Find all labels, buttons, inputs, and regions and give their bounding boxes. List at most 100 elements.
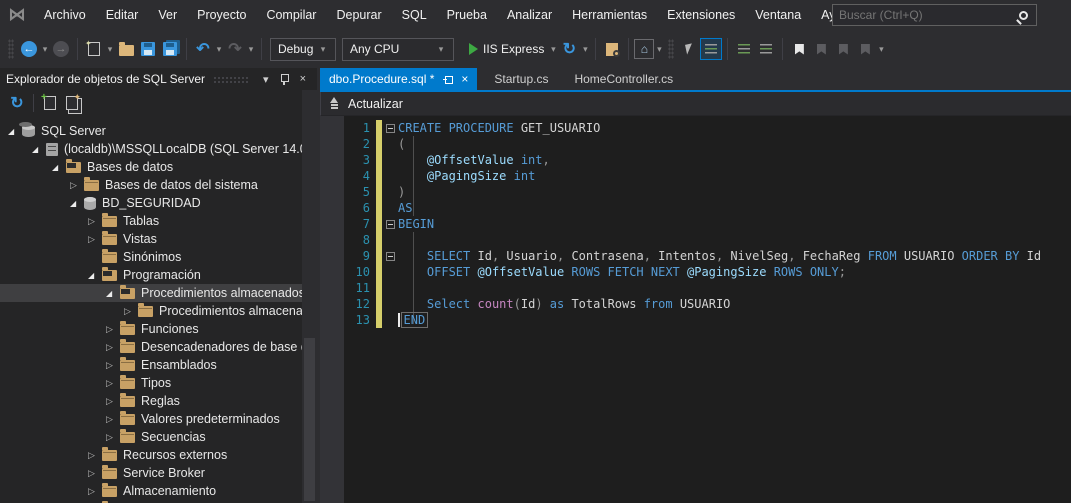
search-input[interactable] bbox=[833, 8, 1019, 22]
code-line-8[interactable]: 8 bbox=[320, 232, 1071, 248]
toolbar-grip[interactable] bbox=[8, 39, 14, 59]
menu-item-editar[interactable]: Editar bbox=[96, 0, 149, 30]
undo-dropdown-icon[interactable]: ▾ bbox=[214, 44, 224, 55]
find-in-files-button[interactable] bbox=[601, 37, 623, 61]
twisty-collapsed-icon[interactable]: ▷ bbox=[106, 360, 118, 371]
tree-item-almacenamiento[interactable]: ▷ Almacenamiento bbox=[0, 482, 317, 500]
twisty-collapsed-icon[interactable]: ▷ bbox=[106, 378, 118, 389]
twisty-collapsed-icon[interactable]: ▷ bbox=[124, 306, 136, 317]
redo-button[interactable]: ↷ bbox=[224, 37, 246, 61]
code-line-10[interactable]: 10 OFFSET @OffsetValue ROWS FETCH NEXT @… bbox=[320, 264, 1071, 280]
increase-indent-button[interactable] bbox=[755, 37, 777, 61]
tree-item-valores-predeterminados[interactable]: ▷ Valores predeterminados bbox=[0, 410, 317, 428]
start-debugging-button[interactable]: IIS Express ▾ bbox=[463, 37, 558, 61]
toggle-bookmark-button[interactable] bbox=[788, 37, 810, 61]
menu-item-ventana[interactable]: Ventana bbox=[745, 0, 811, 30]
menu-item-compilar[interactable]: Compilar bbox=[256, 0, 326, 30]
code-line-11[interactable]: 11 bbox=[320, 280, 1071, 296]
tree-item-programaci-n[interactable]: ◢ Programación bbox=[0, 266, 317, 284]
menu-item-prueba[interactable]: Prueba bbox=[437, 0, 497, 30]
tree-item-vistas[interactable]: ▷ Vistas bbox=[0, 230, 317, 248]
pin-icon[interactable] bbox=[443, 75, 454, 84]
tab-dbo-procedure-sql[interactable]: dbo.Procedure.sql * × bbox=[320, 68, 478, 90]
twisty-collapsed-icon[interactable]: ▷ bbox=[106, 342, 118, 353]
twisty-collapsed-icon[interactable]: ▷ bbox=[106, 396, 118, 407]
tree-item-recursos-externos[interactable]: ▷ Recursos externos bbox=[0, 446, 317, 464]
twisty-collapsed-icon[interactable]: ▷ bbox=[106, 414, 118, 425]
code-line-5[interactable]: 5) bbox=[320, 184, 1071, 200]
fold-collapse-icon[interactable] bbox=[382, 219, 398, 229]
navigate-back-button[interactable]: ← bbox=[18, 37, 40, 61]
tab-startup-cs[interactable]: Startup.cs bbox=[485, 68, 557, 90]
twisty-expanded-icon[interactable]: ◢ bbox=[8, 127, 20, 136]
tree-item-bd-seguridad[interactable]: ◢ BD_SEGURIDAD bbox=[0, 194, 317, 212]
code-line-13[interactable]: 13 END bbox=[320, 311, 1071, 328]
solution-platform-combo[interactable]: Any CPU ▾ bbox=[342, 37, 454, 61]
panel-header[interactable]: Explorador de objetos de SQL Server ▾ × bbox=[0, 68, 317, 90]
tree-item-bases-de-datos[interactable]: ◢ Bases de datos bbox=[0, 158, 317, 176]
save-button[interactable] bbox=[137, 37, 159, 61]
refresh-button[interactable]: ↻ bbox=[6, 91, 28, 115]
decrease-indent-button[interactable] bbox=[733, 37, 755, 61]
toolbar-overflow-icon[interactable]: ▾ bbox=[876, 44, 886, 55]
code-line-6[interactable]: 6 AS bbox=[320, 200, 1071, 216]
twisty-collapsed-icon[interactable]: ▷ bbox=[88, 234, 100, 245]
twisty-expanded-icon[interactable]: ◢ bbox=[88, 271, 100, 280]
twisty-collapsed-icon[interactable]: ▷ bbox=[88, 468, 100, 479]
clear-bookmarks-button[interactable] bbox=[854, 37, 876, 61]
tree-item-tablas[interactable]: ▷ Tablas bbox=[0, 212, 317, 230]
previous-bookmark-button[interactable] bbox=[810, 37, 832, 61]
tree-item-secuencias[interactable]: ▷ Secuencias bbox=[0, 428, 317, 446]
back-dropdown-icon[interactable]: ▾ bbox=[40, 44, 50, 55]
twisty-expanded-icon[interactable]: ◢ bbox=[52, 163, 64, 172]
browser-dropdown-icon[interactable]: ▾ bbox=[654, 44, 664, 55]
menu-item-analizar[interactable]: Analizar bbox=[497, 0, 562, 30]
new-file-button[interactable]: ✦ bbox=[83, 37, 105, 61]
tree-item-localdb-mssqllocaldb-sql-server-14-0-202[interactable]: ◢ (localdb)\MSSQLLocalDB (SQL Server 14.0… bbox=[0, 140, 317, 158]
save-all-button[interactable] bbox=[159, 37, 181, 61]
scrollbar-thumb[interactable] bbox=[304, 338, 315, 501]
tree-item-service-broker[interactable]: ▷ Service Broker bbox=[0, 464, 317, 482]
twisty-expanded-icon[interactable]: ◢ bbox=[70, 199, 82, 208]
tree-item-desencadenadores-de-base-de-d[interactable]: ▷ Desencadenadores de base de d bbox=[0, 338, 317, 356]
code-editor[interactable]: 1 CREATE PROCEDURE GET_USUARIO 2(3 @Offset… bbox=[320, 116, 1071, 503]
tree-item-funciones[interactable]: ▷ Funciones bbox=[0, 320, 317, 338]
new-file-dropdown-icon[interactable]: ▾ bbox=[105, 44, 115, 55]
code-line-7[interactable]: 7 BEGIN bbox=[320, 216, 1071, 232]
tab-homecontroller-cs[interactable]: HomeController.cs bbox=[565, 68, 682, 90]
tree-item-tipos[interactable]: ▷ Tipos bbox=[0, 374, 317, 392]
menu-item-proyecto[interactable]: Proyecto bbox=[187, 0, 256, 30]
twisty-collapsed-icon[interactable]: ▷ bbox=[106, 324, 118, 335]
code-line-2[interactable]: 2( bbox=[320, 136, 1071, 152]
browser-button[interactable]: ⌂ bbox=[634, 37, 655, 61]
menu-item-extensiones[interactable]: Extensiones bbox=[657, 0, 745, 30]
refresh-button[interactable]: ↻ bbox=[558, 37, 580, 61]
code-line-4[interactable]: 4 @PagingSize int bbox=[320, 168, 1071, 184]
fold-collapse-icon[interactable] bbox=[382, 251, 398, 261]
twisty-collapsed-icon[interactable]: ▷ bbox=[88, 450, 100, 461]
tree-item-bases-de-datos-del-sistema[interactable]: ▷ Bases de datos del sistema bbox=[0, 176, 317, 194]
next-bookmark-button[interactable] bbox=[832, 37, 854, 61]
panel-drag-area[interactable] bbox=[213, 75, 251, 83]
twisty-expanded-icon[interactable]: ◢ bbox=[106, 289, 118, 298]
new-query-button[interactable]: ✦ bbox=[61, 91, 83, 115]
select-element-button[interactable] bbox=[678, 37, 700, 61]
panel-menu-icon[interactable]: ▾ bbox=[258, 73, 274, 86]
pin-icon[interactable] bbox=[280, 73, 289, 85]
twisty-collapsed-icon[interactable]: ▷ bbox=[106, 432, 118, 443]
close-icon[interactable]: × bbox=[295, 73, 311, 85]
tree-item-procedimientos-almacenado[interactable]: ▷ Procedimientos almacenado bbox=[0, 302, 317, 320]
menu-item-archivo[interactable]: Archivo bbox=[34, 0, 96, 30]
code-line-12[interactable]: 12 Select count(Id) as TotalRows from US… bbox=[320, 296, 1071, 312]
undo-button[interactable]: ↶ bbox=[192, 37, 214, 61]
tree-item-procedimientos-almacenados[interactable]: ◢ Procedimientos almacenados bbox=[0, 284, 317, 302]
menu-item-ver[interactable]: Ver bbox=[148, 0, 187, 30]
twisty-expanded-icon[interactable]: ◢ bbox=[32, 145, 44, 154]
toolbar-grip[interactable] bbox=[668, 39, 675, 59]
fold-collapse-icon[interactable] bbox=[382, 123, 398, 133]
code-line-3[interactable]: 3 @OffsetValue int, bbox=[320, 152, 1071, 168]
navigate-forward-button[interactable]: → bbox=[50, 37, 72, 61]
solution-configuration-combo[interactable]: Debug ▾ bbox=[270, 37, 336, 61]
tree-item-reglas[interactable]: ▷ Reglas bbox=[0, 392, 317, 410]
menu-item-depurar[interactable]: Depurar bbox=[326, 0, 391, 30]
